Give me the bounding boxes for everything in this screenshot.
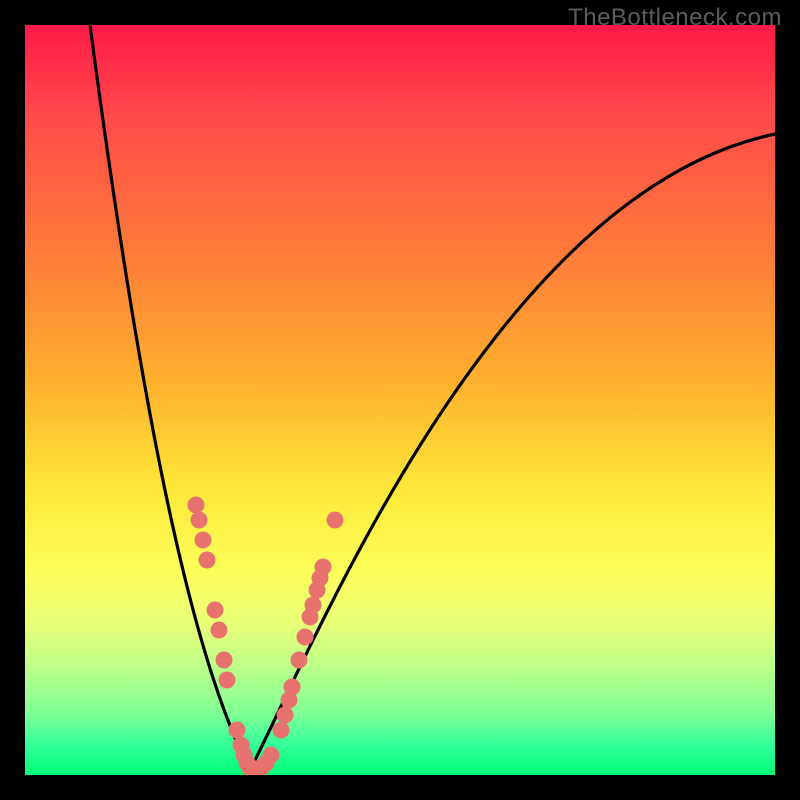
chart-plot-area [25, 25, 775, 775]
data-dot [273, 722, 290, 739]
data-dots [188, 497, 344, 776]
data-dot [211, 622, 228, 639]
data-dot [188, 497, 205, 514]
data-dot [297, 629, 314, 646]
watermark-text: TheBottleneck.com [568, 4, 782, 32]
data-dot [277, 707, 294, 724]
data-dot [219, 672, 236, 689]
data-dot [284, 679, 301, 696]
chart-svg [25, 25, 775, 775]
data-dot [315, 559, 332, 576]
data-dot [291, 652, 308, 669]
data-dot [199, 552, 216, 569]
data-dot [207, 602, 224, 619]
data-dot [195, 532, 212, 549]
data-dot [327, 512, 344, 529]
data-dot [305, 597, 322, 614]
data-dot [263, 747, 280, 764]
data-dot [216, 652, 233, 669]
data-dot [229, 722, 246, 739]
data-dot [191, 512, 208, 529]
bottleneck-curve [90, 25, 775, 770]
